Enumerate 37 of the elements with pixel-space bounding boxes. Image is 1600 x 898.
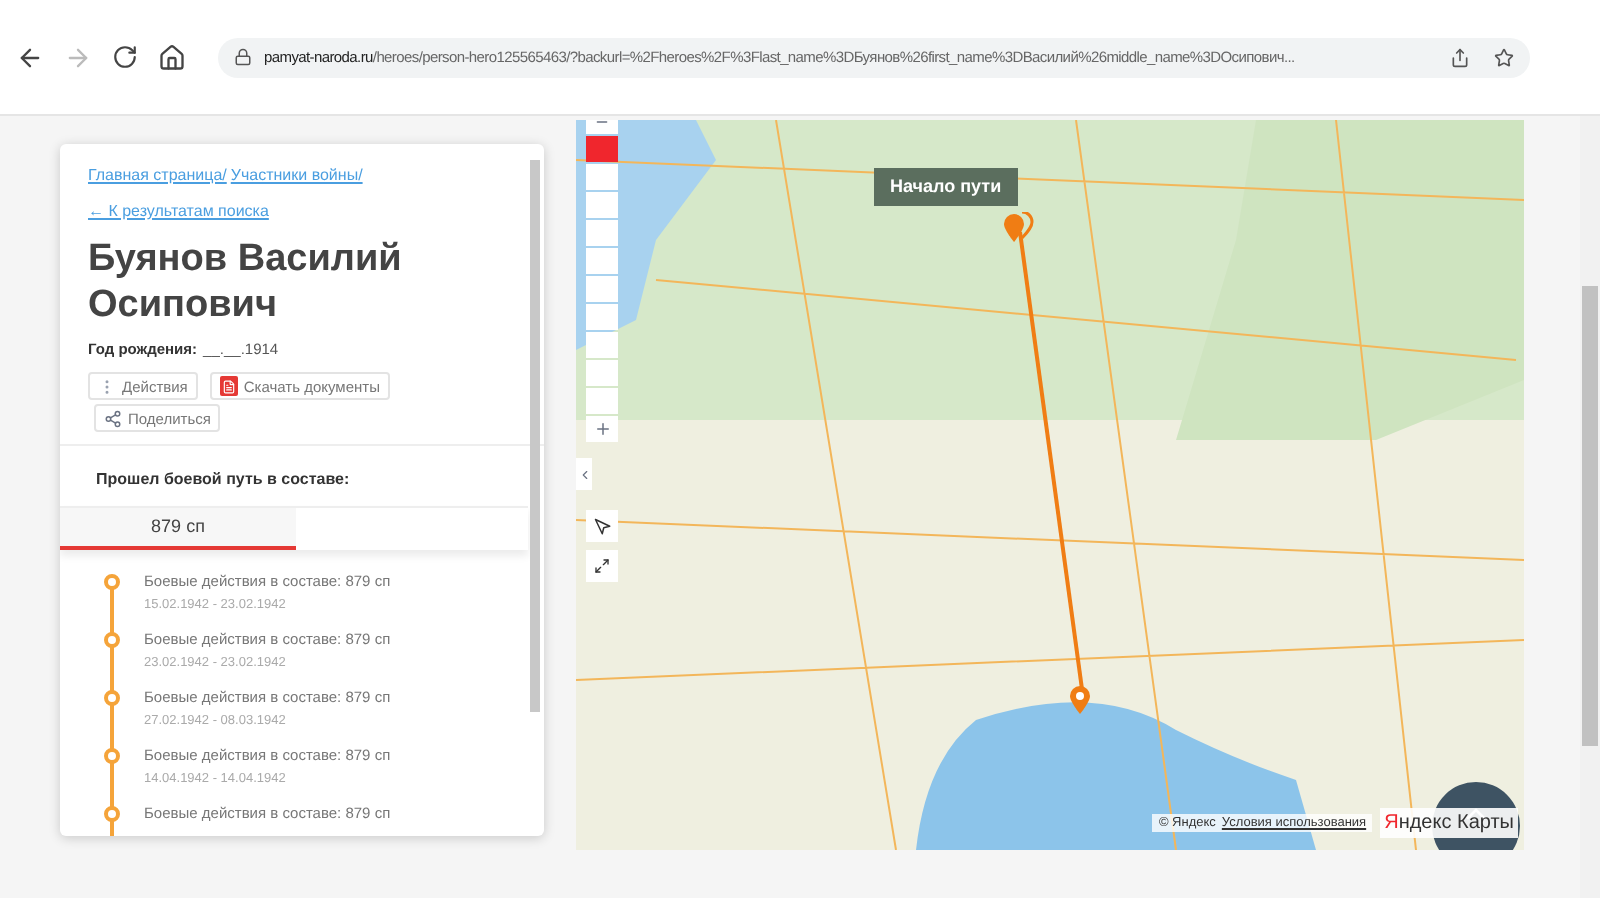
zoom-scale-step[interactable] [586,332,618,358]
back-to-results-link[interactable]: ← К результатам поиска [88,200,496,224]
start-label: Начало пути [874,168,1018,206]
zoom-scale-step[interactable] [586,192,618,218]
fullscreen-button[interactable] [586,550,618,582]
zoom-scale-step[interactable] [586,220,618,246]
location-arrow-icon [593,517,611,535]
units-heading: Прошел боевой путь в составе: [96,470,350,489]
reload-icon[interactable] [112,44,138,70]
locate-button[interactable] [586,510,618,542]
zoom-scale-step[interactable] [586,276,618,302]
expand-icon [594,558,610,574]
map-marker-icon [1002,212,1034,244]
unit-tab[interactable]: 879 сп [60,508,296,551]
home-icon[interactable] [158,43,186,71]
collapse-panel-button[interactable] [576,458,592,490]
share-icon[interactable] [1450,47,1470,67]
page-scrollbar[interactable] [1580,116,1600,898]
map-logo: Яндекс Карты [1380,808,1518,838]
lock-icon [234,48,252,66]
bookmark-star-icon[interactable] [1494,47,1514,67]
pdf-icon [219,376,238,397]
scrollbar-thumb[interactable] [1582,286,1598,746]
person-name: Буянов Василий Осипович [88,236,404,328]
breadcrumb-link[interactable]: Главная страница/ [88,164,227,188]
card-scrollbar[interactable] [530,160,540,712]
back-icon[interactable] [16,43,44,71]
zoom-in-button[interactable] [586,416,618,442]
zoom-scale-step[interactable] [586,304,618,330]
plus-icon [593,420,611,438]
zoom-scale-step[interactable] [586,164,618,190]
zoom-scale-step[interactable] [586,360,618,386]
breadcrumb-link[interactable]: Участники войны/ [230,164,363,188]
map-marker-icon [1068,686,1092,714]
share-icon [104,409,122,428]
chevron-left-icon [577,467,591,481]
zoom-scale-step[interactable] [586,248,618,274]
